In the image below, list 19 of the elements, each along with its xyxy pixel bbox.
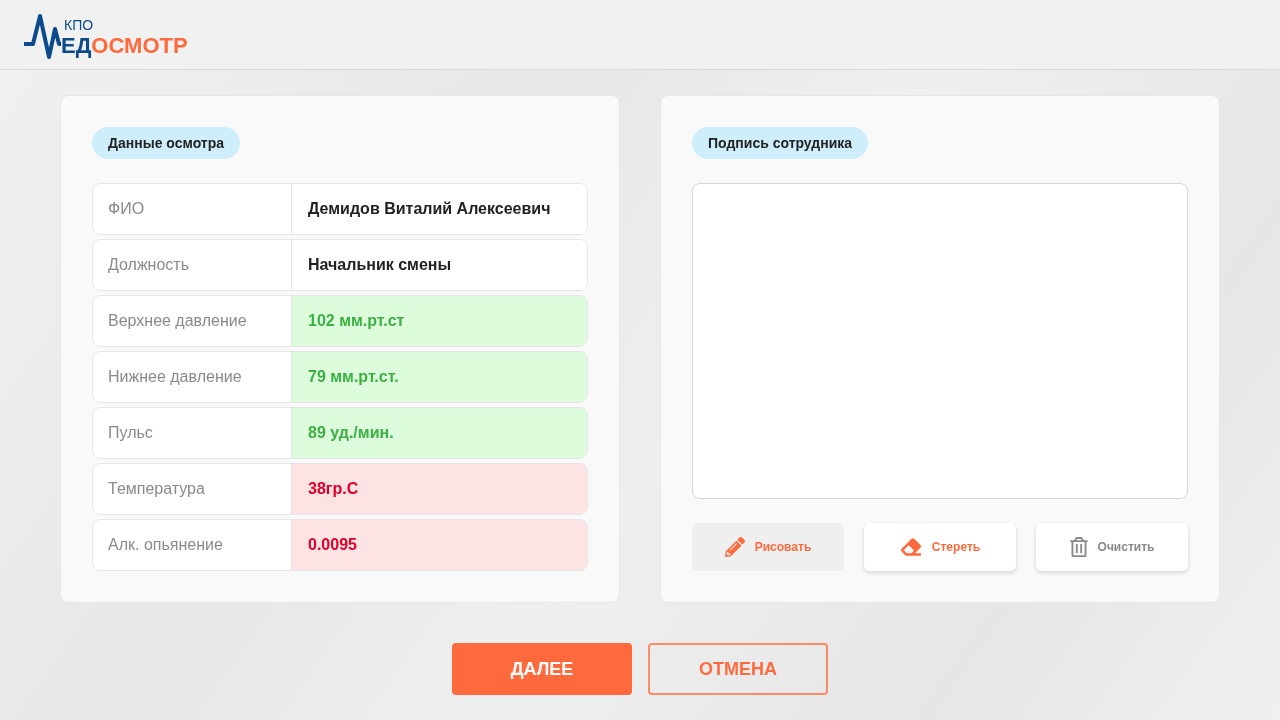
row-value: 102 мм.рт.ст — [292, 296, 587, 346]
tool-button[interactable]: Рисовать — [692, 523, 844, 571]
row-value: 89 уд./мин. — [292, 408, 587, 458]
cancel-button[interactable]: ОТМЕНА — [648, 643, 828, 695]
section-title: Данные осмотра — [92, 127, 241, 159]
row-value: 0.0095 — [292, 520, 587, 570]
logo-caption: КПО — [64, 17, 94, 32]
row-value: 79 мм.рт.ст. — [292, 352, 587, 402]
section-title: Подпись сотрудника — [692, 127, 869, 159]
row-value: 38гр.С — [292, 464, 587, 514]
pulse-line-icon — [24, 12, 61, 59]
trash-icon — [1069, 537, 1088, 557]
eraser-icon — [899, 537, 922, 557]
logo-wordmark: ЕДОСМОТР — [61, 34, 188, 57]
signature-pad[interactable] — [692, 183, 1188, 499]
tool-button[interactable]: Стереть — [864, 523, 1016, 571]
tool-button[interactable]: Очистить — [1036, 523, 1188, 571]
next-button[interactable]: ДАЛЕЕ — [452, 643, 632, 695]
pencil-icon — [724, 537, 745, 557]
